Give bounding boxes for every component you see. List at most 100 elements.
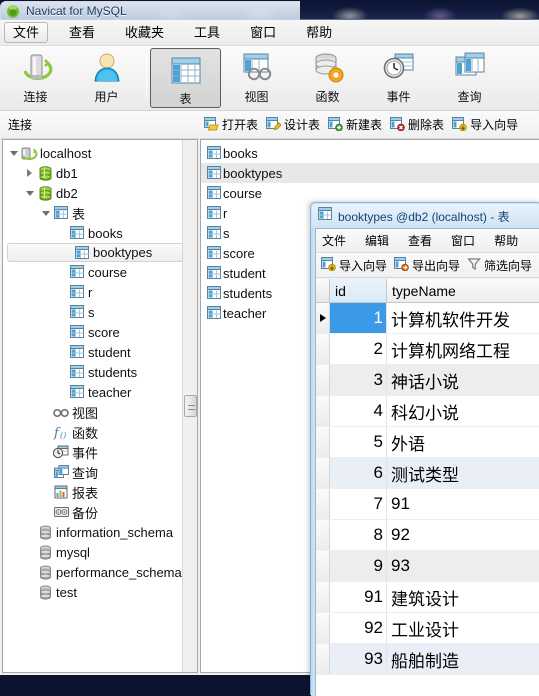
tree-node-teacher[interactable]: teacher (3, 382, 197, 402)
tree-node-information_schema[interactable]: information_schema (3, 522, 197, 542)
list-item[interactable]: booktypes (201, 163, 539, 183)
cell-id[interactable]: 1 (330, 303, 387, 333)
tree-node-booktypes[interactable]: booktypes (7, 243, 193, 262)
cell-id[interactable]: 91 (330, 582, 387, 612)
cell-id[interactable]: 8 (330, 520, 387, 550)
child-menu-view[interactable]: 查看 (408, 232, 432, 249)
table-row[interactable]: 92 工业设计 (316, 613, 539, 644)
child-filter-wizard-button[interactable]: 筛选向导 (467, 257, 532, 274)
tree-node-mysql[interactable]: mysql (3, 542, 197, 562)
toolbar-button-connection[interactable]: 连接 (0, 46, 71, 109)
tree-node-r[interactable]: r (3, 282, 197, 302)
cell-id[interactable]: 4 (330, 396, 387, 426)
menu-help[interactable]: 帮助 (297, 22, 341, 43)
tree-node-db2[interactable]: db2 (3, 183, 197, 203)
cell-typeName[interactable]: 93 (387, 551, 539, 581)
cell-typeName[interactable]: 计算机软件开发 (387, 303, 539, 333)
cell-id[interactable]: 92 (330, 613, 387, 643)
tree-node-db1[interactable]: db1 (3, 163, 197, 183)
child-menu-help[interactable]: 帮助 (494, 232, 518, 249)
menu-window[interactable]: 窗口 (241, 22, 285, 43)
cell-typeName[interactable]: 91 (387, 489, 539, 519)
cell-typeName[interactable]: 神话小说 (387, 365, 539, 395)
toolbar-button-view[interactable]: 视图 (221, 46, 292, 109)
child-import-wizard-button[interactable]: 导入向导 (321, 256, 387, 274)
cell-typeName[interactable]: 计算机网络工程 (387, 334, 539, 364)
delete-table-button[interactable]: 删除表 (386, 114, 448, 136)
new-table-button[interactable]: 新建表 (324, 114, 386, 136)
child-export-wizard-button[interactable]: 导出向导 (394, 256, 460, 274)
tree-node-[interactable]: 报表 (3, 482, 197, 502)
toolbar-button-event[interactable]: 事件 (363, 46, 434, 109)
tree-node-s[interactable]: s (3, 302, 197, 322)
cell-typeName[interactable]: 92 (387, 520, 539, 550)
tree-node-books[interactable]: books (3, 223, 197, 243)
tree-node-[interactable]: f() 函数 (3, 422, 197, 442)
column-header-id[interactable]: id (330, 279, 387, 302)
table-row[interactable]: 9 93 (316, 551, 539, 582)
design-table-button[interactable]: 设计表 (262, 114, 324, 136)
table-row[interactable]: 93 船舶制造 (316, 644, 539, 675)
chevron-down-icon[interactable] (23, 187, 36, 200)
toolbar-button-function[interactable]: 函数 (292, 46, 363, 109)
tree-vertical-scrollbar[interactable] (182, 140, 197, 672)
table-row[interactable]: 6 测试类型 (316, 458, 539, 489)
child-menu-file[interactable]: 文件 (322, 232, 346, 249)
cell-typeName[interactable]: 测试类型 (387, 458, 539, 488)
cell-typeName[interactable]: 建筑设计 (387, 582, 539, 612)
child-menu-edit[interactable]: 编辑 (365, 232, 389, 249)
cell-typeName[interactable]: 外语 (387, 427, 539, 457)
open-table-button[interactable]: 打开表 (200, 114, 262, 136)
window-titlebar[interactable]: Navicat for MySQL (0, 1, 300, 20)
cell-id[interactable]: 2 (330, 334, 387, 364)
cell-id[interactable]: 5 (330, 427, 387, 457)
tree-node-localhost[interactable]: localhost (3, 143, 197, 163)
table-row[interactable]: 8 92 (316, 520, 539, 551)
tree-node-performance_schema[interactable]: performance_schema (3, 562, 197, 582)
tree-node-[interactable]: 视图 (3, 402, 197, 422)
toolbar-button-query[interactable]: 查询 (434, 46, 505, 109)
table-row[interactable]: 2 计算机网络工程 (316, 334, 539, 365)
menu-file[interactable]: 文件 (4, 22, 49, 43)
table-row[interactable]: 3 神话小说 (316, 365, 539, 396)
chevron-right-icon[interactable] (23, 167, 36, 180)
cell-id[interactable]: 9 (330, 551, 387, 581)
cell-typeName[interactable]: 船舶制造 (387, 644, 539, 674)
toolbar-button-table[interactable]: 表 (150, 48, 221, 108)
menu-favorites[interactable]: 收藏夹 (116, 22, 173, 43)
import-wizard-button[interactable]: 导入向导 (448, 114, 522, 136)
tree-node-[interactable]: 备份 (3, 502, 197, 522)
toolbar-button-user[interactable]: 用户 (71, 46, 142, 109)
tree-node-student[interactable]: student (3, 342, 197, 362)
cell-typeName[interactable]: 工业设计 (387, 613, 539, 643)
table-row[interactable]: 91 建筑设计 (316, 582, 539, 613)
tree-node-students[interactable]: students (3, 362, 197, 382)
table-row[interactable]: 5 外语 (316, 427, 539, 458)
cell-id[interactable]: 7 (330, 489, 387, 519)
list-item[interactable]: books (201, 143, 539, 163)
tree-scrollbar-thumb[interactable] (184, 395, 197, 417)
tree-node-course[interactable]: course (3, 262, 197, 282)
cell-id[interactable]: 3 (330, 365, 387, 395)
connection-tree[interactable]: localhost db1 db2 表 books booktypes course r s sc… (2, 139, 198, 673)
cell-typeName[interactable]: 科幻小说 (387, 396, 539, 426)
cell-id[interactable]: 93 (330, 644, 387, 674)
column-header-typeName[interactable]: typeName (387, 279, 539, 302)
table-row[interactable]: 1 计算机软件开发 (316, 303, 539, 334)
menu-view[interactable]: 查看 (60, 22, 104, 43)
tree-node-score[interactable]: score (3, 322, 197, 342)
tree-node-[interactable]: 表 (3, 203, 197, 223)
chevron-down-icon[interactable] (7, 147, 20, 160)
list-item[interactable]: course (201, 183, 539, 203)
table-row[interactable]: 7 91 (316, 489, 539, 520)
table-data-window[interactable]: booktypes @db2 (localhost) - 表 文件 编辑 查看 … (310, 202, 539, 696)
chevron-down-icon[interactable] (39, 207, 52, 220)
menu-tools[interactable]: 工具 (185, 22, 229, 43)
data-grid[interactable]: id typeName 1 计算机软件开发 2 计算机网络工程 3 神话小说 4 科幻小说 5 外… (316, 279, 539, 696)
tree-node-test[interactable]: test (3, 582, 197, 602)
table-window-titlebar[interactable]: booktypes @db2 (localhost) - 表 (312, 204, 539, 228)
child-menu-window[interactable]: 窗口 (451, 232, 475, 249)
cell-id[interactable]: 6 (330, 458, 387, 488)
table-row[interactable]: 4 科幻小说 (316, 396, 539, 427)
tree-node-[interactable]: 查询 (3, 462, 197, 482)
